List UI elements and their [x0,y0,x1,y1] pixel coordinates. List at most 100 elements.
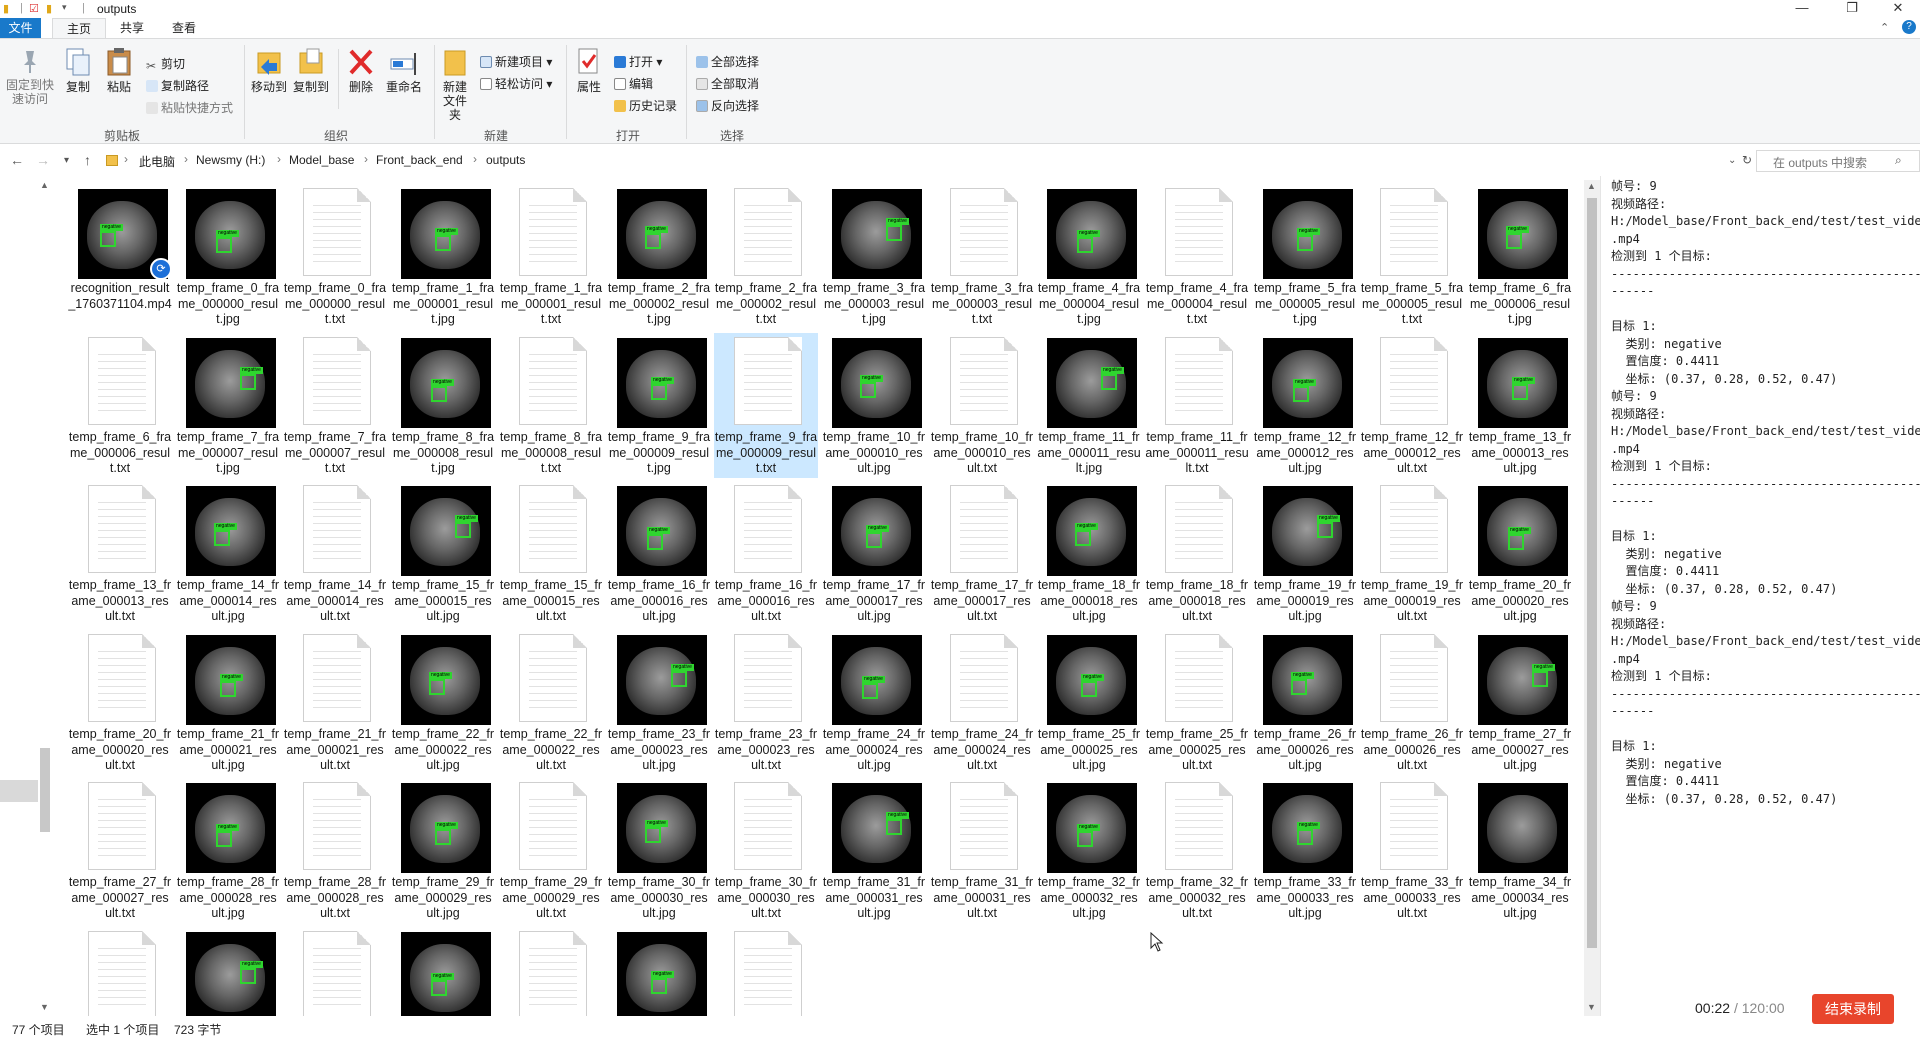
history-button[interactable]: 历史记录 [614,97,677,114]
back-arrow-icon[interactable]: ← [10,152,24,168]
text-file-item[interactable]: temp_frame_16_frame_000016_result.txt [714,481,818,626]
scroll-up-arrow-icon[interactable]: ▲ [1587,181,1596,191]
move-to-button[interactable]: 移动到 [248,47,290,94]
image-file-item[interactable]: negative temp_frame_31_frame_000031_resul… [822,778,926,923]
collapse-ribbon-icon[interactable]: ⌃ [1880,21,1889,34]
image-file-item[interactable]: negative temp_frame_11_frame_000011_resul… [1037,333,1141,478]
text-file-item[interactable]: temp_frame_18_frame_000018_result.txt [1145,481,1249,626]
scroll-down-arrow-icon[interactable]: ▼ [40,1002,49,1012]
image-file-item[interactable]: negative temp_frame_26_frame_000026_resul… [1253,630,1357,775]
maximize-button[interactable]: ❐ [1832,0,1872,18]
text-file-item[interactable]: temp_frame_7_frame_000007_result.txt [283,333,387,478]
delete-button[interactable]: 删除 [342,47,380,94]
scroll-up-arrow-icon[interactable]: ▲ [40,180,49,190]
image-file-item[interactable]: negative temp_frame_1_frame_000001_result… [391,184,495,329]
file-grid-scroll-thumb[interactable] [1587,198,1597,948]
breadcrumb-outputs[interactable]: outputs [486,153,525,167]
image-file-item[interactable]: negative temp_frame_27_frame_000027_resul… [1468,630,1572,775]
text-file-item[interactable]: temp_frame_3_frame_000003_result.txt [930,184,1034,329]
image-file-item[interactable]: negative temp_frame_32_frame_000032_resul… [1037,778,1141,923]
image-file-item[interactable]: negative temp_frame_21_frame_000021_resul… [176,630,280,775]
image-file-item[interactable]: negative temp_frame_15_frame_000015_resul… [391,481,495,626]
recent-locations-icon[interactable]: ▾ [64,155,69,166]
text-file-item[interactable]: temp_frame_21_frame_000021_result.txt [283,630,387,775]
nav-pane-scrollbar[interactable]: ▲ ▼ [38,180,52,1016]
text-file-item[interactable]: temp_frame_19_frame_000019_result.txt [1360,481,1464,626]
text-file-item[interactable]: temp_frame_11_frame_000011_result.txt [1145,333,1249,478]
image-file-item[interactable]: negative temp_frame_29_frame_000029_resul… [391,778,495,923]
image-file-item[interactable]: negative temp_frame_22_frame_000022_resul… [391,630,495,775]
copy-path-button[interactable]: 复制路径 [146,77,209,94]
cut-button[interactable]: ✂ 剪切 [146,55,185,73]
text-file-item[interactable]: temp_frame_5_frame_000005_result.txt [1360,184,1464,329]
close-button[interactable]: ✕ [1878,0,1918,18]
image-file-item[interactable]: temp_frame_34_frame_000034_result.jpg [1468,778,1572,923]
properties-button[interactable]: 属性 [568,47,610,94]
image-file-item[interactable]: negative temp_frame_8_frame_000008_result… [391,333,495,478]
text-file-item[interactable]: temp_frame_0_frame_000000_result.txt [283,184,387,329]
text-file-item[interactable]: temp_frame_14_frame_000014_result.txt [283,481,387,626]
new-folder-button[interactable]: 新建文件夹 [436,47,474,122]
text-file-item[interactable]: temp_frame_24_frame_000024_result.txt [930,630,1034,775]
text-file-item[interactable]: temp_frame_20_frame_000020_result.txt [68,630,172,775]
text-file-item[interactable]: temp_frame_2_frame_000002_result.txt [714,184,818,329]
breadcrumb-this-pc[interactable]: 此电脑 [139,153,175,170]
invert-selection-button[interactable]: 反向选择 [696,97,759,114]
select-all-button[interactable]: 全部选择 [696,53,759,70]
text-file-item[interactable] [283,927,387,1016]
up-arrow-icon[interactable]: ↑ [84,152,91,168]
text-file-item[interactable]: temp_frame_17_frame_000017_result.txt [930,481,1034,626]
image-file-item[interactable]: negative temp_frame_5_frame_000005_result… [1253,184,1357,329]
image-file-item[interactable]: negative temp_frame_10_frame_000010_resul… [822,333,926,478]
image-file-item[interactable]: negative temp_frame_17_frame_000017_resul… [822,481,926,626]
image-file-item[interactable]: negative temp_frame_24_frame_000024_resul… [822,630,926,775]
image-file-item[interactable]: negative temp_frame_23_frame_000023_resul… [607,630,711,775]
image-file-item[interactable]: negative temp_frame_9_frame_000009_result… [607,333,711,478]
text-file-item[interactable] [499,927,603,1016]
tab-home[interactable]: 主页 [52,18,106,38]
image-file-item[interactable]: negative temp_frame_20_frame_000020_resul… [1468,481,1572,626]
image-file-item[interactable]: negative temp_frame_3_frame_000003_result… [822,184,926,329]
image-file-item[interactable]: negative temp_frame_16_frame_000016_resul… [607,481,711,626]
text-file-item[interactable]: temp_frame_6_frame_000006_result.txt [68,333,172,478]
text-file-item[interactable]: temp_frame_26_frame_000026_result.txt [1360,630,1464,775]
image-file-item[interactable]: negative [607,927,711,1016]
easy-access-button[interactable]: 轻松访问 ▾ [480,75,552,92]
tab-view[interactable]: 查看 [164,18,204,38]
scroll-down-arrow-icon[interactable]: ▼ [1587,1002,1596,1012]
text-file-item[interactable]: temp_frame_31_frame_000031_result.txt [930,778,1034,923]
text-file-item[interactable]: temp_frame_4_frame_000004_result.txt [1145,184,1249,329]
text-file-item[interactable]: temp_frame_10_frame_000010_result.txt [930,333,1034,478]
new-folder-qa-icon[interactable]: ▮ [46,2,52,15]
image-file-item[interactable]: negative temp_frame_25_frame_000025_resul… [1037,630,1141,775]
text-file-item[interactable]: temp_frame_22_frame_000022_result.txt [499,630,603,775]
copy-button[interactable]: 复制 [60,47,96,94]
help-icon[interactable]: ? [1902,20,1916,34]
image-file-item[interactable]: negative temp_frame_2_frame_000002_result… [607,184,711,329]
video-file-item[interactable]: negative ⟳ recognition_result_1760371104.m… [68,184,172,329]
text-file-item[interactable]: temp_frame_12_frame_000012_result.txt [1360,333,1464,478]
image-file-item[interactable]: negative temp_frame_7_frame_000007_result… [176,333,280,478]
rename-button[interactable]: 重命名 [382,47,426,94]
stop-recording-button[interactable]: 结束录制 [1812,994,1894,1024]
image-file-item[interactable]: negative temp_frame_28_frame_000028_resul… [176,778,280,923]
text-file-item[interactable]: temp_frame_15_frame_000015_result.txt [499,481,603,626]
search-input[interactable]: 在 outputs 中搜索 ⌕ [1756,150,1920,172]
breadcrumb-drive[interactable]: Newsmy (H:) [196,153,265,167]
edit-button[interactable]: 编辑 [614,75,653,92]
customize-qa-icon[interactable]: ▾ [62,2,67,13]
tab-file[interactable]: 文件 [0,18,41,38]
text-file-item[interactable]: temp_frame_1_frame_000001_result.txt [499,184,603,329]
text-file-item[interactable]: temp_frame_23_frame_000023_result.txt [714,630,818,775]
image-file-item[interactable]: negative temp_frame_0_frame_000000_result… [176,184,280,329]
text-file-item[interactable]: temp_frame_30_frame_000030_result.txt [714,778,818,923]
text-file-item[interactable]: temp_frame_29_frame_000029_result.txt [499,778,603,923]
image-file-item[interactable]: negative temp_frame_12_frame_000012_resul… [1253,333,1357,478]
image-file-item[interactable]: negative temp_frame_18_frame_000018_resul… [1037,481,1141,626]
paste-shortcut-button[interactable]: 粘贴快捷方式 [146,99,233,116]
open-button[interactable]: 打开 ▾ [614,53,662,70]
nav-scroll-thumb[interactable] [40,748,50,832]
text-file-item[interactable]: temp_frame_8_frame_000008_result.txt [499,333,603,478]
text-file-item[interactable]: temp_frame_33_frame_000033_result.txt [1360,778,1464,923]
text-file-item[interactable]: temp_frame_32_frame_000032_result.txt [1145,778,1249,923]
